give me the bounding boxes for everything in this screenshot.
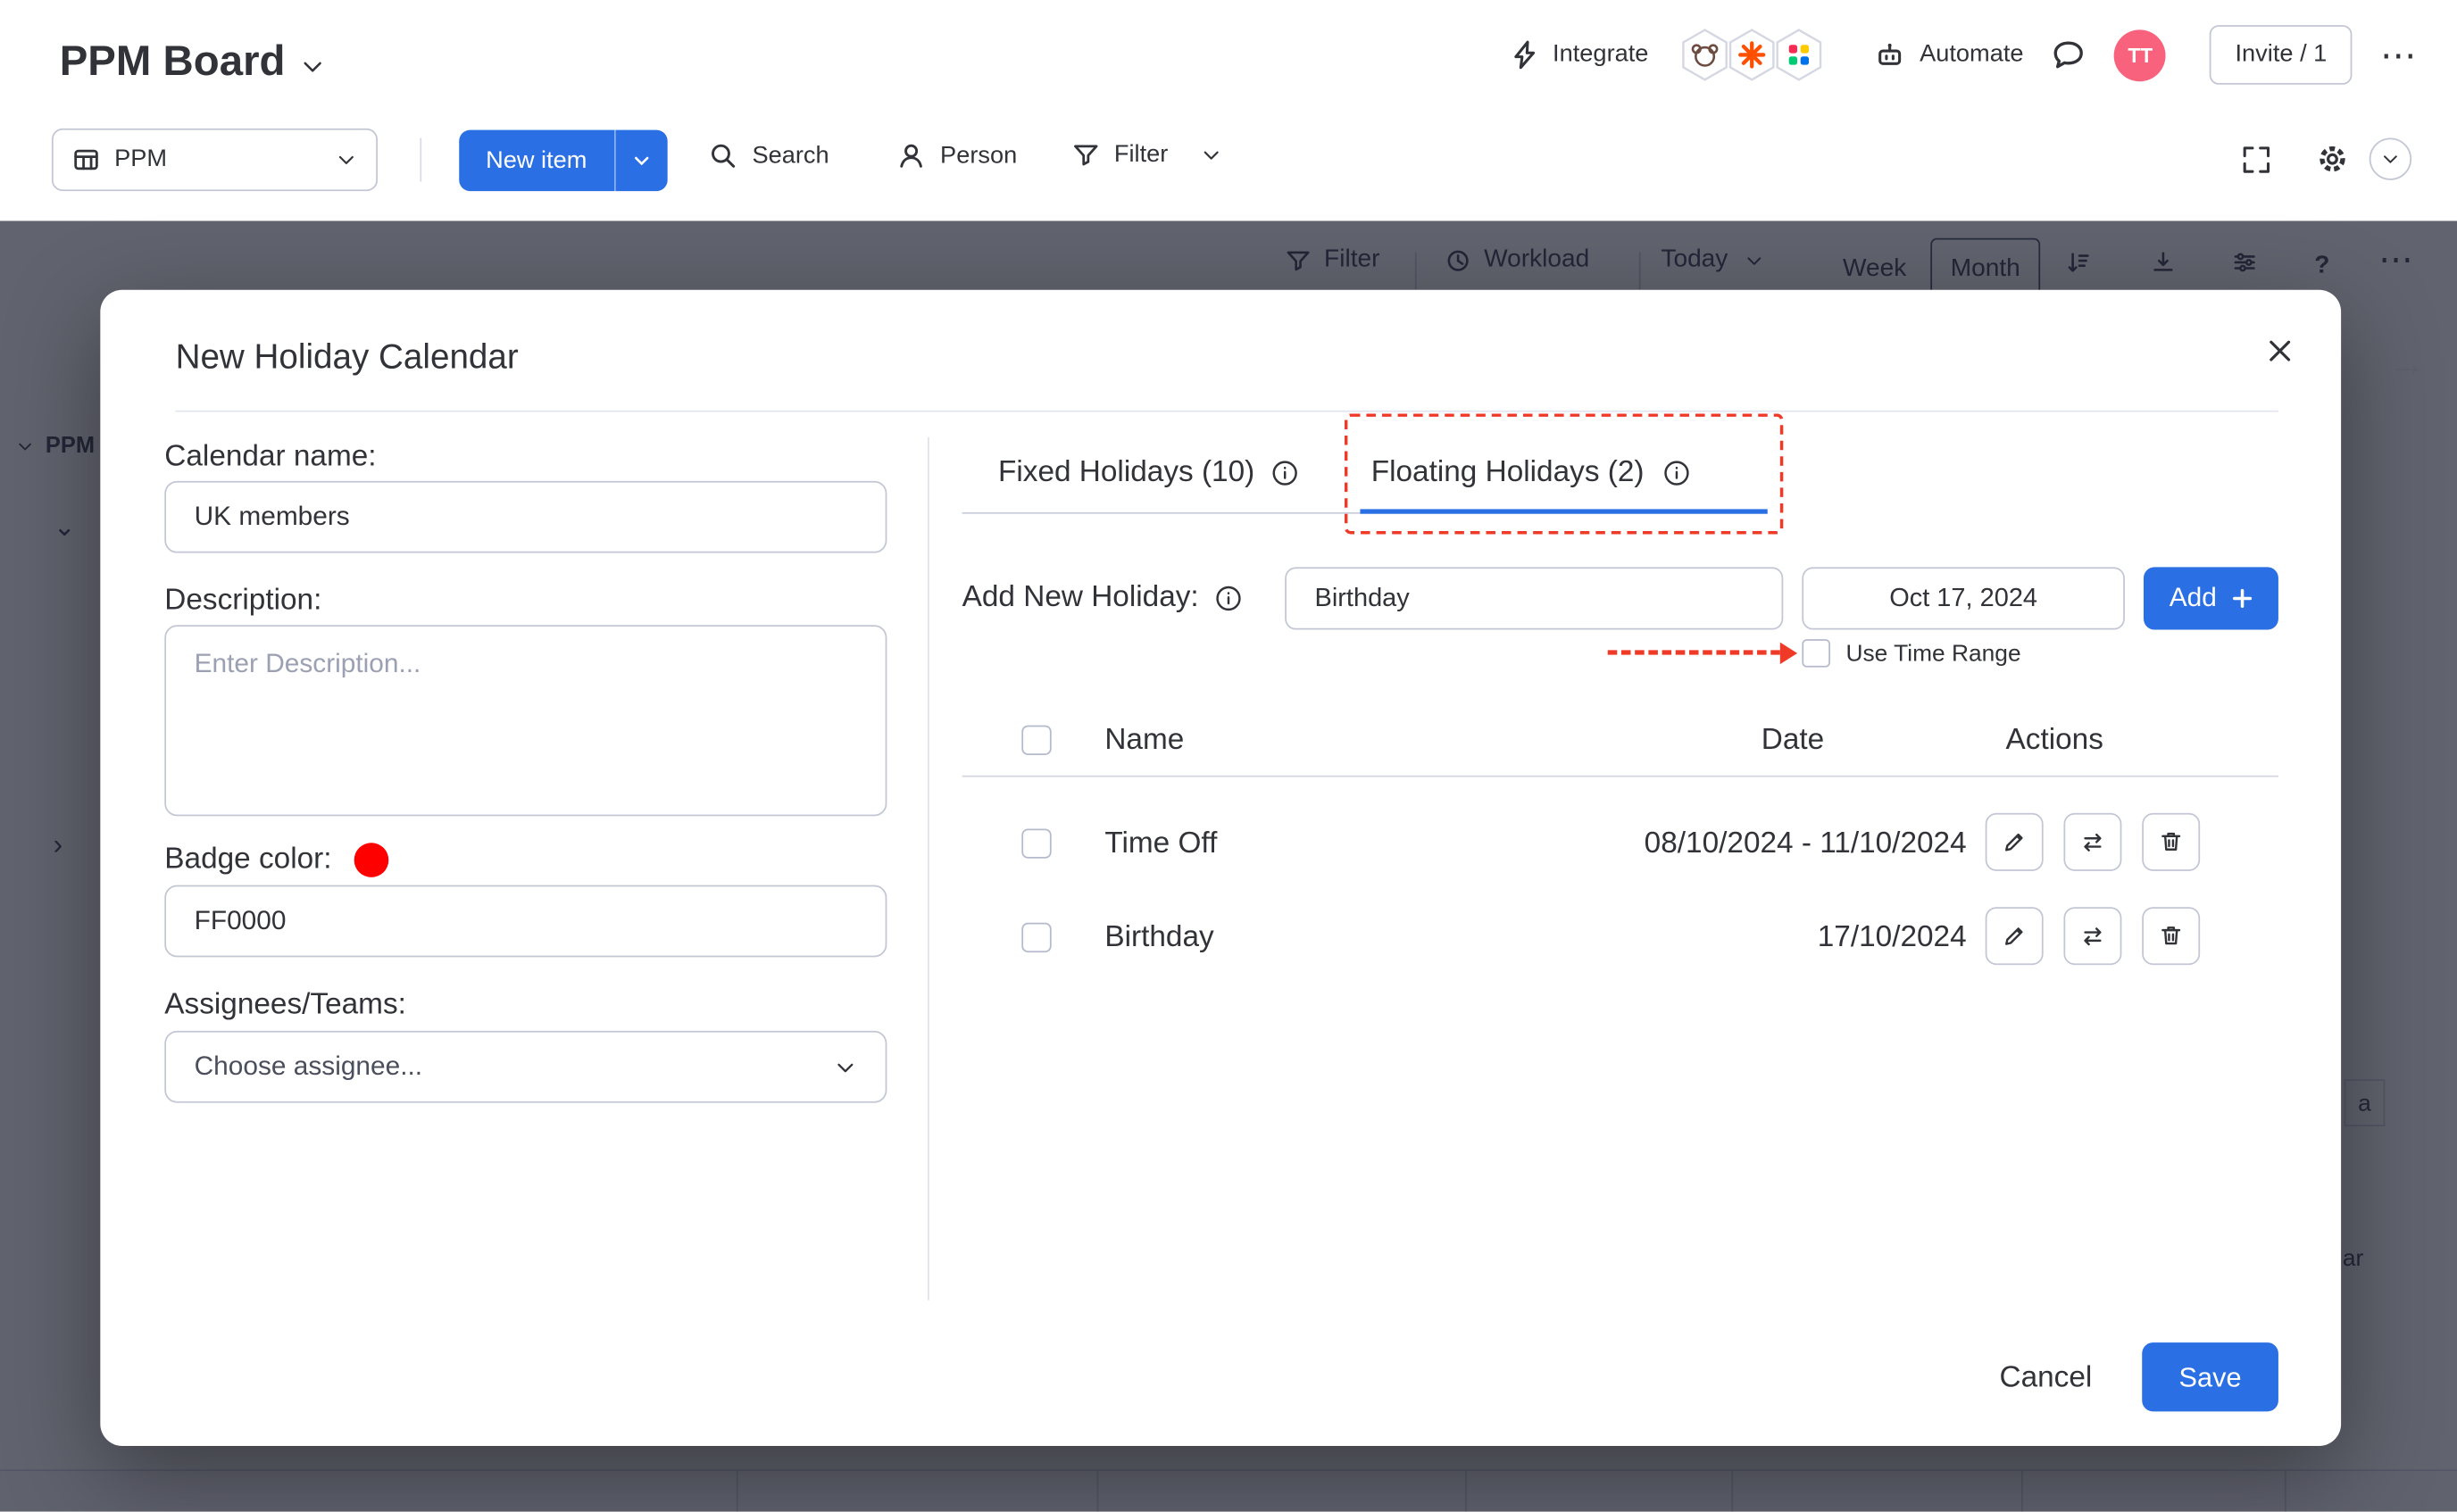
- fullscreen-button[interactable]: [2241, 144, 2272, 175]
- use-time-range-checkbox[interactable]: [1802, 639, 1830, 668]
- chat-button[interactable]: [2052, 37, 2086, 72]
- annotation-arrow-head: [1780, 643, 1797, 665]
- filter-chevron-icon[interactable]: [1201, 144, 1223, 166]
- delete-button[interactable]: [2142, 907, 2200, 965]
- search-icon: [708, 141, 737, 170]
- delete-button[interactable]: [2142, 813, 2200, 871]
- user-avatar[interactable]: TT: [2114, 29, 2166, 80]
- table-header-divider: [962, 776, 2278, 777]
- robot-icon: [1874, 39, 1905, 71]
- automate-button[interactable]: Automate: [1874, 39, 2023, 71]
- view-selector-chevron-icon: [336, 149, 358, 171]
- use-time-range-label: Use Time Range: [1846, 641, 2021, 668]
- integration-app-icons[interactable]: [1677, 27, 1827, 83]
- tab-fixed-holidays[interactable]: Fixed Holidays (10): [998, 456, 1298, 491]
- add-holiday-button[interactable]: Add: [2144, 567, 2278, 629]
- holiday-name-input[interactable]: [1285, 567, 1783, 629]
- badge-color-label: Badge color:: [164, 843, 331, 877]
- filter-label: Filter: [1114, 141, 1168, 170]
- collapse-header-button[interactable]: [2370, 137, 2411, 179]
- assignee-select-value: Choose assignee...: [195, 1051, 422, 1083]
- info-icon[interactable]: [1270, 459, 1299, 487]
- row-checkbox[interactable]: [1021, 923, 1051, 952]
- page-title: PPM Board: [60, 37, 286, 86]
- description-label: Description:: [164, 585, 321, 619]
- invite-label: Invite / 1: [2235, 41, 2327, 70]
- annotation-arrow-line: [1608, 650, 1780, 654]
- add-new-holiday-label: Add New Holiday:: [962, 581, 1199, 616]
- new-item-split-button: New item: [459, 130, 667, 191]
- assignees-label: Assignees/Teams:: [164, 988, 406, 1023]
- modal-close-button[interactable]: [2266, 336, 2295, 365]
- holiday-date: 08/10/2024 - 11/10/2024: [1645, 827, 1967, 862]
- modal-column-divider: [928, 437, 929, 1300]
- save-button[interactable]: Save: [2142, 1342, 2278, 1411]
- view-selector[interactable]: PPM: [52, 129, 378, 191]
- select-all-checkbox[interactable]: [1021, 726, 1051, 755]
- header-more-options-button[interactable]: ⋯: [2380, 37, 2416, 72]
- app-window: PPM Board Integrate: [0, 0, 2457, 1512]
- top-header: PPM Board Integrate: [0, 0, 2457, 220]
- badge-color-input[interactable]: [164, 885, 887, 958]
- filter-button[interactable]: Filter: [1071, 141, 1222, 170]
- move-button[interactable]: [2063, 813, 2121, 871]
- modal-header-divider: [176, 411, 2278, 412]
- calendar-name-label: Calendar name:: [164, 440, 376, 475]
- filter-funnel-icon: [1071, 141, 1100, 170]
- table-header-name: Name: [1104, 724, 1184, 759]
- edit-button[interactable]: [1986, 907, 2044, 965]
- integrate-label: Integrate: [1553, 41, 1648, 70]
- table-view-icon: [72, 145, 101, 174]
- view-selector-label: PPM: [114, 145, 167, 174]
- integrate-icon: [1509, 39, 1540, 71]
- assignee-select[interactable]: Choose assignee...: [164, 1031, 887, 1103]
- row-checkbox[interactable]: [1021, 828, 1051, 858]
- description-textarea[interactable]: [164, 625, 887, 816]
- select-chevron-icon: [834, 1055, 857, 1078]
- tab-fixed-label: Fixed Holidays (10): [998, 456, 1254, 491]
- move-button[interactable]: [2063, 907, 2121, 965]
- table-header-actions: Actions: [2006, 724, 2103, 759]
- search-label: Search: [752, 142, 829, 170]
- new-item-dropdown-button[interactable]: [613, 130, 667, 191]
- calendar-name-input[interactable]: [164, 481, 887, 553]
- integrate-button[interactable]: Integrate: [1509, 39, 1649, 71]
- edit-button[interactable]: [1986, 813, 2044, 871]
- board-title-chevron-icon[interactable]: [299, 53, 326, 79]
- info-icon[interactable]: [1214, 585, 1243, 613]
- toolbar-divider: [420, 137, 421, 181]
- holiday-name: Birthday: [1104, 921, 1213, 956]
- automate-label: Automate: [1920, 41, 2023, 70]
- settings-button[interactable]: [2316, 143, 2349, 176]
- plus-icon: [2231, 587, 2253, 610]
- modal-title: New Holiday Calendar: [176, 336, 519, 378]
- new-item-button[interactable]: New item: [459, 130, 613, 191]
- new-item-label: New item: [486, 146, 587, 175]
- row-actions: [1986, 813, 2200, 871]
- badge-color-dot: [354, 843, 389, 877]
- tab-highlight-annotation: [1345, 413, 1783, 534]
- holiday-date-input[interactable]: [1802, 567, 2125, 629]
- person-label: Person: [940, 142, 1017, 170]
- person-icon: [896, 141, 926, 170]
- row-actions: [1986, 907, 2200, 965]
- add-button-label: Add: [2170, 583, 2217, 614]
- invite-button[interactable]: Invite / 1: [2210, 25, 2352, 85]
- table-header-date: Date: [1762, 724, 1824, 759]
- holiday-date: 17/10/2024: [1818, 921, 1967, 956]
- apps-app-icon: [1770, 27, 1827, 83]
- add-new-holiday-group: Add New Holiday:: [962, 581, 1243, 616]
- person-filter-button[interactable]: Person: [896, 141, 1017, 170]
- holiday-name: Time Off: [1104, 827, 1217, 862]
- cancel-button[interactable]: Cancel: [2000, 1361, 2093, 1396]
- new-holiday-calendar-modal: New Holiday Calendar Calendar name: Desc…: [100, 290, 2341, 1446]
- search-button[interactable]: Search: [708, 141, 829, 170]
